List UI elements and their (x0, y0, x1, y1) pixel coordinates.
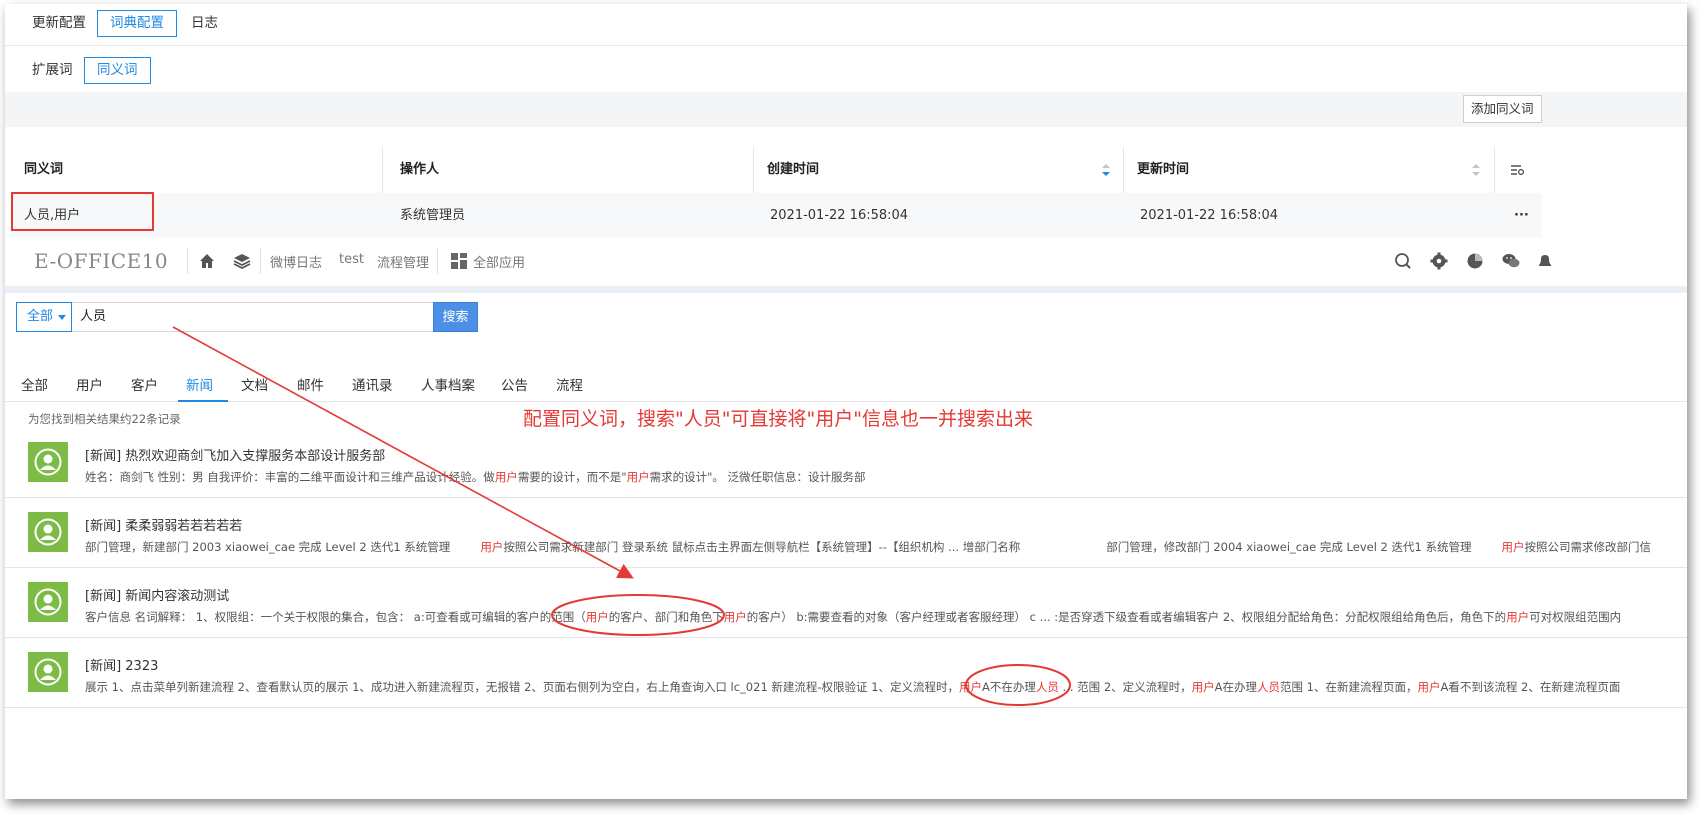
toolbar (5, 92, 1687, 127)
search-result[interactable]: [新闻] 2323 展示 1、点击菜单列新建流程 2、查看默认页的展示 1、成功… (5, 638, 1687, 708)
tab-synonyms[interactable]: 同义词 (84, 57, 151, 84)
tab-log[interactable]: 日志 (178, 10, 231, 37)
search-scope-select[interactable]: 全部 (16, 302, 72, 332)
active-tab-indicator (178, 400, 228, 402)
result-title[interactable]: [新闻] 新闻内容滚动测试 (85, 585, 229, 604)
chevron-down-icon (58, 315, 66, 320)
avatar (28, 582, 68, 622)
category-documents[interactable]: 文档 (241, 374, 268, 394)
search-result[interactable]: [新闻] 新闻内容滚动测试 客户信息 名词解释： 1、权限组：一个关于权限的集合… (5, 568, 1687, 638)
category-contacts[interactable]: 通讯录 (352, 374, 393, 394)
category-customers[interactable]: 客户 (131, 374, 158, 394)
nav-weibo-log[interactable]: 微博日志 (270, 252, 322, 271)
result-title[interactable]: [新闻] 2323 (85, 655, 158, 674)
settings-icon[interactable] (1429, 251, 1449, 271)
category-tabs: 全部 用户 客户 新闻 文档 邮件 通讯录 人事档案 公告 流程 (5, 366, 1687, 402)
result-title[interactable]: [新闻] 热烈欢迎商剑飞加入支撑服务本部设计服务部 (85, 445, 385, 464)
search-result[interactable]: [新闻] 柔柔弱弱若若若若若 部门管理，新建部门 2003 xiaowei_ca… (5, 498, 1687, 568)
annotation-text: 配置同义词，搜索"人员"可直接将"用户"信息也一并搜索出来 (523, 408, 1033, 430)
header-divider (5, 286, 1687, 293)
highlight-box-synonym (11, 192, 154, 231)
cell-operator: 系统管理员 (400, 208, 466, 223)
table-header: 同义词 操作人 创建时间 更新时间 (10, 147, 1542, 193)
search-result[interactable]: [新闻] 热烈欢迎商剑飞加入支撑服务本部设计服务部 姓名：商剑飞 性别：男 自我… (5, 428, 1687, 498)
sort-updated-icon[interactable] (1472, 164, 1480, 176)
category-news[interactable]: 新闻 (186, 374, 213, 394)
home-icon[interactable] (197, 251, 217, 271)
category-users[interactable]: 用户 (76, 374, 103, 394)
result-snippet: 部门管理，新建部门 2003 xiaowei_cae 完成 Level 2 迭代… (85, 540, 1652, 554)
config-tabs-top: 更新配置 词典配置 日志 (5, 4, 1687, 46)
col-updated[interactable]: 更新时间 (1123, 147, 1189, 193)
tab-dictionary-config[interactable]: 词典配置 (97, 10, 177, 37)
column-settings-icon[interactable] (1510, 163, 1524, 177)
category-mail[interactable]: 邮件 (297, 374, 324, 394)
result-title[interactable]: [新闻] 柔柔弱弱若若若若若 (85, 515, 242, 534)
avatar (28, 442, 68, 482)
search-icon[interactable] (1393, 251, 1413, 271)
category-hr-files[interactable]: 人事档案 (421, 374, 475, 394)
nav-workflow[interactable]: 流程管理 (377, 252, 429, 271)
result-snippet: 姓名：商剑飞 性别：男 自我评价：丰富的二维平面设计和三维产品设计经验。做用户需… (85, 470, 866, 484)
avatar (28, 512, 68, 552)
user-avatar-icon (34, 658, 62, 686)
user-avatar-icon (34, 448, 62, 476)
layers-icon[interactable] (232, 251, 252, 271)
category-all[interactable]: 全部 (21, 374, 48, 394)
category-notices[interactable]: 公告 (501, 374, 528, 394)
apps-grid-icon[interactable] (449, 251, 469, 271)
search-scope-value: 全部 (27, 309, 54, 324)
table-row[interactable]: 人员,用户 系统管理员 2021-01-22 16:58:04 2021-01-… (10, 193, 1542, 238)
result-snippet: 客户信息 名词解释： 1、权限组：一个关于权限的集合，包含： a:可查看或可编辑… (85, 610, 1622, 624)
result-snippet: 展示 1、点击菜单列新建流程 2、查看默认页的展示 1、成功进入新建流程页，无报… (85, 680, 1621, 694)
nav-test[interactable]: test (339, 252, 364, 267)
sort-created-icon[interactable] (1102, 164, 1110, 176)
nav-all-apps[interactable]: 全部应用 (473, 252, 525, 271)
config-tabs-second: 扩展词 同义词 (5, 46, 1687, 92)
row-more-button[interactable]: ··· (1500, 193, 1529, 238)
col-operator: 操作人 (400, 162, 440, 177)
screenshot-frame: 更新配置 词典配置 日志 扩展词 同义词 添加同义词 同义词 操作人 创建时间 … (5, 4, 1687, 799)
tab-extension-words[interactable]: 扩展词 (19, 57, 86, 84)
search-input[interactable]: 人员 (72, 302, 434, 332)
category-workflow[interactable]: 流程 (556, 374, 583, 394)
col-synonym: 同义词 (24, 162, 64, 177)
cell-updated: 2021-01-22 16:58:04 (1140, 208, 1279, 223)
cell-created: 2021-01-22 16:58:04 (770, 208, 909, 223)
theme-icon[interactable] (1465, 251, 1485, 271)
result-count: 为您找到相关结果约22条记录 (28, 412, 181, 426)
tab-update-config[interactable]: 更新配置 (19, 10, 99, 37)
user-avatar-icon (34, 588, 62, 616)
search-button[interactable]: 搜索 (433, 302, 478, 332)
eoffice-header: E-OFFICE10 微博日志 test 流程管理 全部应用 (5, 240, 1687, 286)
add-synonym-button[interactable]: 添加同义词 (1463, 95, 1542, 123)
col-created[interactable]: 创建时间 (753, 147, 819, 193)
bell-icon[interactable] (1535, 251, 1555, 271)
wechat-icon[interactable] (1501, 251, 1521, 271)
eoffice-logo[interactable]: E-OFFICE10 (34, 249, 168, 273)
user-avatar-icon (34, 518, 62, 546)
avatar (28, 652, 68, 692)
